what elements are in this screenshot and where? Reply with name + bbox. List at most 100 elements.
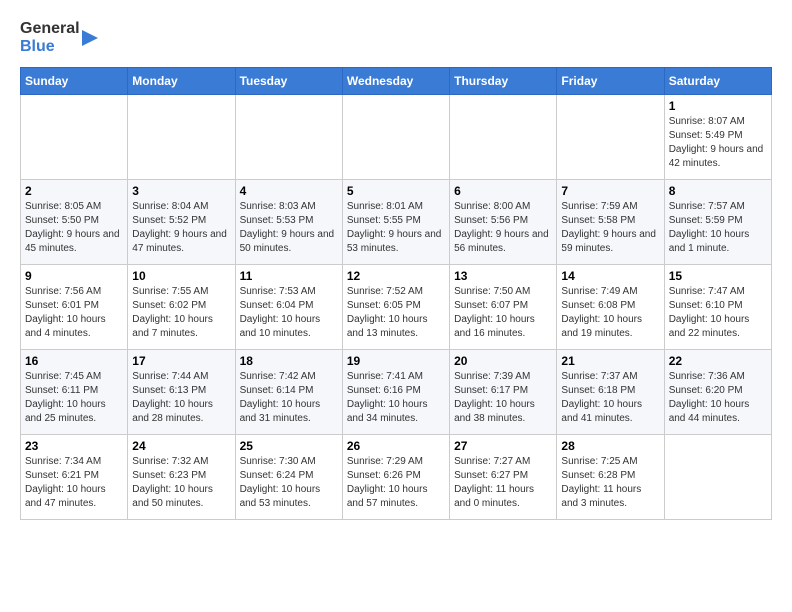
day-info: Sunrise: 8:04 AM Sunset: 5:52 PM Dayligh… xyxy=(132,200,230,256)
calendar-cell: 20 Sunrise: 7:39 AM Sunset: 6:17 PM Dayli… xyxy=(450,349,557,434)
week-row-2: 2 Sunrise: 8:05 AM Sunset: 5:50 PM Daylig… xyxy=(21,179,772,264)
calendar-cell: 25 Sunrise: 7:30 AM Sunset: 6:24 PM Dayli… xyxy=(235,434,342,519)
calendar-cell: 13Sunrise: 7:50 AM Sunset: 6:07 PM Dayli… xyxy=(450,264,557,349)
day-info: Sunrise: 7:49 AM Sunset: 6:08 PM Dayligh… xyxy=(561,285,659,341)
day-info: Sunrise: 8:01 AM Sunset: 5:55 PM Dayligh… xyxy=(347,200,445,256)
calendar-cell: 18 Sunrise: 7:42 AM Sunset: 6:14 PM Dayli… xyxy=(235,349,342,434)
day-info: Sunrise: 8:05 AM Sunset: 5:50 PM Dayligh… xyxy=(25,200,123,256)
calendar-cell: 15 Sunrise: 7:47 AM Sunset: 6:10 PM Dayli… xyxy=(664,264,771,349)
weekday-header-sunday: Sunday xyxy=(21,67,128,94)
day-number: 14 xyxy=(561,269,659,283)
day-number: 27 xyxy=(454,439,552,453)
day-info: Sunrise: 7:52 AM Sunset: 6:05 PM Dayligh… xyxy=(347,285,445,341)
week-row-1: 1Sunrise: 8:07 AM Sunset: 5:49 PM Daylig… xyxy=(21,94,772,179)
day-info: Sunrise: 7:57 AM Sunset: 5:59 PM Dayligh… xyxy=(669,200,767,256)
weekday-header-friday: Friday xyxy=(557,67,664,94)
day-info: Sunrise: 7:30 AM Sunset: 6:24 PM Dayligh… xyxy=(240,455,338,511)
calendar-cell xyxy=(235,94,342,179)
day-info: Sunrise: 7:45 AM Sunset: 6:11 PM Dayligh… xyxy=(25,370,123,426)
day-info: Sunrise: 8:03 AM Sunset: 5:53 PM Dayligh… xyxy=(240,200,338,256)
day-info: Sunrise: 8:00 AM Sunset: 5:56 PM Dayligh… xyxy=(454,200,552,256)
day-number: 25 xyxy=(240,439,338,453)
day-number: 26 xyxy=(347,439,445,453)
day-number: 12 xyxy=(347,269,445,283)
day-info: Sunrise: 7:47 AM Sunset: 6:10 PM Dayligh… xyxy=(669,285,767,341)
day-info: Sunrise: 7:25 AM Sunset: 6:28 PM Dayligh… xyxy=(561,455,659,511)
calendar-cell: 1Sunrise: 8:07 AM Sunset: 5:49 PM Daylig… xyxy=(664,94,771,179)
calendar-cell xyxy=(664,434,771,519)
day-info: Sunrise: 7:27 AM Sunset: 6:27 PM Dayligh… xyxy=(454,455,552,511)
day-info: Sunrise: 7:56 AM Sunset: 6:01 PM Dayligh… xyxy=(25,285,123,341)
calendar-cell: 10 Sunrise: 7:55 AM Sunset: 6:02 PM Dayli… xyxy=(128,264,235,349)
day-info: Sunrise: 7:44 AM Sunset: 6:13 PM Dayligh… xyxy=(132,370,230,426)
weekday-header-tuesday: Tuesday xyxy=(235,67,342,94)
calendar-cell: 14 Sunrise: 7:49 AM Sunset: 6:08 PM Dayli… xyxy=(557,264,664,349)
calendar-cell: 19Sunrise: 7:41 AM Sunset: 6:16 PM Dayli… xyxy=(342,349,449,434)
calendar-cell: 21 Sunrise: 7:37 AM Sunset: 6:18 PM Dayli… xyxy=(557,349,664,434)
day-info: Sunrise: 7:36 AM Sunset: 6:20 PM Dayligh… xyxy=(669,370,767,426)
day-info: Sunrise: 7:37 AM Sunset: 6:18 PM Dayligh… xyxy=(561,370,659,426)
logo-text: GeneralBlue xyxy=(20,20,80,57)
week-row-4: 16 Sunrise: 7:45 AM Sunset: 6:11 PM Dayli… xyxy=(21,349,772,434)
day-number: 18 xyxy=(240,354,338,368)
day-info: Sunrise: 7:32 AM Sunset: 6:23 PM Dayligh… xyxy=(132,455,230,511)
calendar-cell: 6 Sunrise: 8:00 AM Sunset: 5:56 PM Daylig… xyxy=(450,179,557,264)
weekday-header-saturday: Saturday xyxy=(664,67,771,94)
day-info: Sunrise: 7:29 AM Sunset: 6:26 PM Dayligh… xyxy=(347,455,445,511)
calendar-cell xyxy=(128,94,235,179)
weekday-header-monday: Monday xyxy=(128,67,235,94)
day-info: Sunrise: 7:42 AM Sunset: 6:14 PM Dayligh… xyxy=(240,370,338,426)
calendar-cell: 17Sunrise: 7:44 AM Sunset: 6:13 PM Dayli… xyxy=(128,349,235,434)
day-number: 28 xyxy=(561,439,659,453)
day-info: Sunrise: 7:39 AM Sunset: 6:17 PM Dayligh… xyxy=(454,370,552,426)
calendar-cell: 9Sunrise: 7:56 AM Sunset: 6:01 PM Daylig… xyxy=(21,264,128,349)
week-row-5: 23 Sunrise: 7:34 AM Sunset: 6:21 PM Dayli… xyxy=(21,434,772,519)
week-row-3: 9Sunrise: 7:56 AM Sunset: 6:01 PM Daylig… xyxy=(21,264,772,349)
calendar-cell: 27 Sunrise: 7:27 AM Sunset: 6:27 PM Dayli… xyxy=(450,434,557,519)
calendar-cell: 8 Sunrise: 7:57 AM Sunset: 5:59 PM Daylig… xyxy=(664,179,771,264)
logo-blue: Blue xyxy=(20,38,80,56)
day-number: 16 xyxy=(25,354,123,368)
day-number: 13 xyxy=(454,269,552,283)
logo-container: GeneralBlue xyxy=(20,20,100,57)
weekday-header-wednesday: Wednesday xyxy=(342,67,449,94)
calendar-cell: 3Sunrise: 8:04 AM Sunset: 5:52 PM Daylig… xyxy=(128,179,235,264)
calendar-cell: 23 Sunrise: 7:34 AM Sunset: 6:21 PM Dayli… xyxy=(21,434,128,519)
calendar-cell: 2 Sunrise: 8:05 AM Sunset: 5:50 PM Daylig… xyxy=(21,179,128,264)
day-number: 7 xyxy=(561,184,659,198)
day-info: Sunrise: 7:59 AM Sunset: 5:58 PM Dayligh… xyxy=(561,200,659,256)
day-number: 15 xyxy=(669,269,767,283)
day-number: 23 xyxy=(25,439,123,453)
day-number: 11 xyxy=(240,269,338,283)
day-info: Sunrise: 7:55 AM Sunset: 6:02 PM Dayligh… xyxy=(132,285,230,341)
day-number: 21 xyxy=(561,354,659,368)
day-number: 24 xyxy=(132,439,230,453)
day-info: Sunrise: 7:53 AM Sunset: 6:04 PM Dayligh… xyxy=(240,285,338,341)
day-number: 10 xyxy=(132,269,230,283)
day-number: 6 xyxy=(454,184,552,198)
calendar-cell xyxy=(342,94,449,179)
day-info: Sunrise: 7:41 AM Sunset: 6:16 PM Dayligh… xyxy=(347,370,445,426)
day-number: 2 xyxy=(25,184,123,198)
page-header: GeneralBlue xyxy=(20,20,772,57)
weekday-header-row: SundayMondayTuesdayWednesdayThursdayFrid… xyxy=(21,67,772,94)
calendar-table: SundayMondayTuesdayWednesdayThursdayFrid… xyxy=(20,67,772,520)
calendar-cell: 24 Sunrise: 7:32 AM Sunset: 6:23 PM Dayli… xyxy=(128,434,235,519)
calendar-cell: 16 Sunrise: 7:45 AM Sunset: 6:11 PM Dayli… xyxy=(21,349,128,434)
day-number: 20 xyxy=(454,354,552,368)
calendar-cell: 11 Sunrise: 7:53 AM Sunset: 6:04 PM Dayli… xyxy=(235,264,342,349)
day-number: 8 xyxy=(669,184,767,198)
day-info: Sunrise: 8:07 AM Sunset: 5:49 PM Dayligh… xyxy=(669,115,767,171)
calendar-cell xyxy=(450,94,557,179)
day-number: 5 xyxy=(347,184,445,198)
calendar-cell: 22 Sunrise: 7:36 AM Sunset: 6:20 PM Dayli… xyxy=(664,349,771,434)
calendar-cell: 4 Sunrise: 8:03 AM Sunset: 5:53 PM Daylig… xyxy=(235,179,342,264)
day-number: 22 xyxy=(669,354,767,368)
logo-general: General xyxy=(20,20,80,38)
day-info: Sunrise: 7:34 AM Sunset: 6:21 PM Dayligh… xyxy=(25,455,123,511)
calendar-cell: 5 Sunrise: 8:01 AM Sunset: 5:55 PM Daylig… xyxy=(342,179,449,264)
calendar-cell: 12 Sunrise: 7:52 AM Sunset: 6:05 PM Dayli… xyxy=(342,264,449,349)
calendar-cell: 26 Sunrise: 7:29 AM Sunset: 6:26 PM Dayli… xyxy=(342,434,449,519)
logo: GeneralBlue xyxy=(20,20,100,57)
day-number: 4 xyxy=(240,184,338,198)
